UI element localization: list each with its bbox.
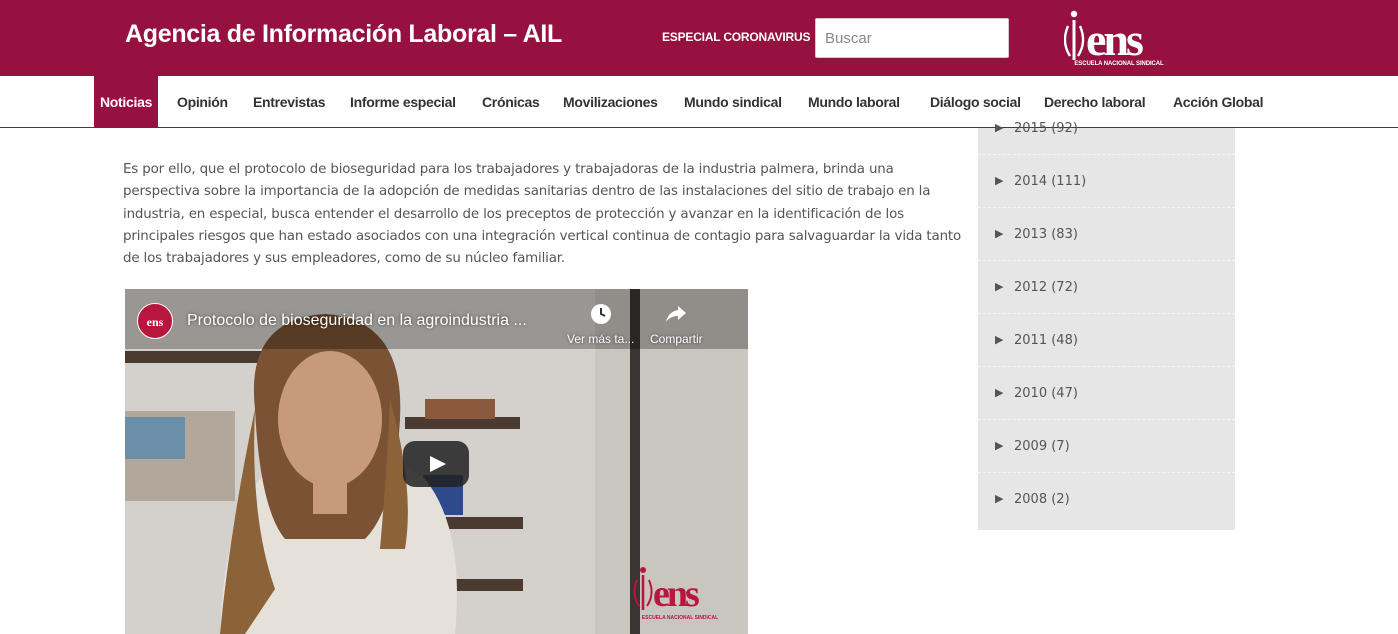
logo-text: ens: [1086, 14, 1143, 65]
nav-item-noticias[interactable]: Noticias: [94, 76, 159, 128]
logo-subtext: ESCUELA NACIONAL SINDICAL: [1074, 61, 1164, 67]
archive-item-label: 2008 (2): [1014, 492, 1070, 507]
triangle-right-icon: ▶: [995, 281, 1004, 293]
especial-coronavirus-link[interactable]: ESPECIAL CORONAVIRUS: [662, 30, 810, 44]
archive-item-2011[interactable]: ▶ 2011 (48): [978, 314, 1235, 367]
archive-item-2009[interactable]: ▶ 2009 (7): [978, 420, 1235, 473]
share-icon: [666, 306, 687, 322]
archive-item-2014[interactable]: ▶ 2014 (111): [978, 155, 1235, 208]
triangle-right-icon: ▶: [995, 440, 1004, 452]
archive-item-2015[interactable]: ▶ 2015 (92): [978, 102, 1235, 155]
site-title[interactable]: Agencia de Información Laboral – AIL: [125, 20, 562, 49]
watermark-logo-subtext: ESCUELA NACIONAL SINDICAL: [642, 615, 718, 621]
channel-avatar[interactable]: ens: [137, 303, 173, 339]
archive-item-label: 2015 (92): [1014, 121, 1078, 136]
nav-item-entrevistas[interactable]: Entrevistas: [253, 76, 325, 128]
nav-item-movilizaciones[interactable]: Movilizaciones: [563, 76, 658, 128]
share-button[interactable]: Compartir: [650, 303, 703, 346]
triangle-right-icon: ▶: [995, 387, 1004, 399]
clock-icon: [590, 304, 611, 324]
triangle-right-icon: ▶: [995, 175, 1004, 187]
archive-item-label: 2010 (47): [1014, 386, 1078, 401]
triangle-right-icon: ▶: [995, 334, 1004, 346]
play-button[interactable]: [403, 441, 469, 487]
nav-item-mundo-sindical[interactable]: Mundo sindical: [684, 76, 782, 128]
search-box[interactable]: [815, 18, 1009, 58]
video-title[interactable]: Protocolo de bioseguridad en la agroindu…: [187, 312, 527, 330]
archive-item-2012[interactable]: ▶ 2012 (72): [978, 261, 1235, 314]
archive-item-2013[interactable]: ▶ 2013 (83): [978, 208, 1235, 261]
archive-item-label: 2009 (7): [1014, 439, 1070, 454]
triangle-right-icon: ▶: [995, 228, 1004, 240]
article-paragraph: Es por ello, que el protocolo de biosegu…: [123, 162, 962, 267]
ens-watermark-logo: ens ESCUELA NACIONAL SINDICAL: [633, 567, 718, 621]
search-input[interactable]: [816, 19, 1008, 57]
nav-item-cronicas[interactable]: Crónicas: [482, 76, 540, 128]
watermark-logo-text: ens: [653, 573, 699, 615]
nav-item-informe-especial[interactable]: Informe especial: [350, 76, 456, 128]
triangle-right-icon: ▶: [995, 493, 1004, 505]
archive-item-2008[interactable]: ▶ 2008 (2): [978, 473, 1235, 526]
archive-item-label: 2014 (111): [1014, 174, 1087, 189]
triangle-right-icon: ▶: [995, 122, 1004, 134]
watch-later-label: Ver más ta...: [567, 332, 635, 346]
watch-later-button[interactable]: Ver más ta...: [567, 303, 634, 346]
archive-item-label: 2012 (72): [1014, 280, 1078, 295]
archive-item-label: 2011 (48): [1014, 333, 1078, 348]
nav-item-mundo-laboral[interactable]: Mundo laboral: [808, 76, 900, 128]
nav-item-opinion[interactable]: Opinión: [177, 76, 228, 128]
site-header: Agencia de Información Laboral – AIL ESP…: [0, 0, 1398, 76]
archive-item-label: 2013 (83): [1014, 227, 1078, 242]
video-embed[interactable]: ens Protocolo de bioseguridad en la agro…: [125, 289, 748, 634]
archive-item-2010[interactable]: ▶ 2010 (47): [978, 367, 1235, 420]
archive-sidebar: ▶ 2015 (92) ▶ 2014 (111) ▶ 2013 (83) ▶ 2…: [978, 121, 1235, 530]
share-label: Compartir: [650, 332, 703, 346]
